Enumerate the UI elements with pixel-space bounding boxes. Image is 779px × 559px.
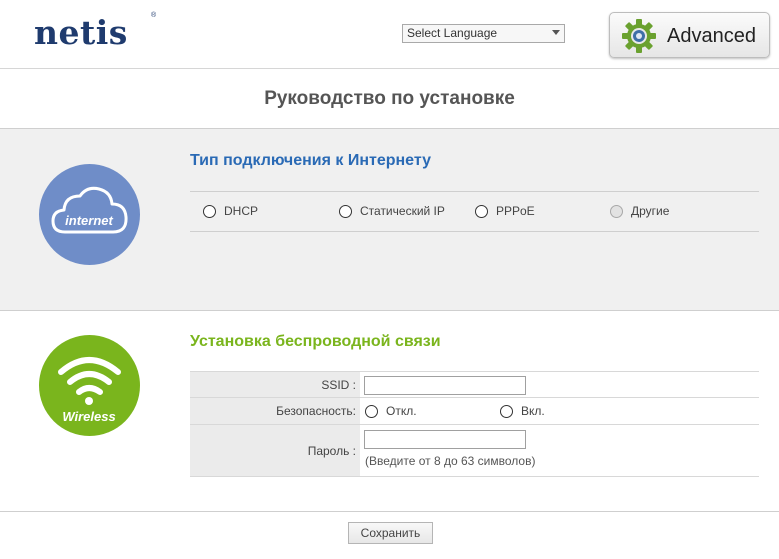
ssid-input[interactable]: [364, 376, 526, 395]
save-button[interactable]: Сохранить: [348, 522, 433, 544]
radio-label: PPPoE: [496, 204, 535, 218]
advanced-button[interactable]: Advanced: [609, 12, 770, 58]
radio-button: [610, 204, 623, 218]
password-row: Пароль : (Введите от 8 до 63 символов): [190, 425, 759, 477]
cloud-icon: internet: [51, 186, 128, 234]
radio-label: Статический IP: [360, 204, 445, 218]
wireless-icon-label: Wireless: [62, 409, 115, 424]
radio-static-ip[interactable]: Статический IP: [339, 204, 445, 218]
netis-logo: netis: [34, 13, 128, 52]
internet-icon-label: internet: [65, 213, 113, 228]
radio-security-on[interactable]: Вкл.: [500, 404, 545, 418]
radio-dhcp[interactable]: DHCP: [203, 204, 258, 218]
password-hint: (Введите от 8 до 63 символов): [365, 454, 536, 468]
wireless-icon: Wireless: [39, 335, 140, 436]
page-title: Руководство по установке: [264, 88, 515, 109]
registered-mark: ®: [151, 12, 157, 19]
radio-other: Другие: [610, 204, 669, 218]
radio-label: Откл.: [386, 404, 417, 418]
radio-label: DHCP: [224, 204, 259, 218]
radio-button[interactable]: [365, 404, 378, 418]
chevron-down-icon: [552, 30, 560, 35]
wireless-section-title: Установка беспроводной связи: [190, 333, 441, 350]
gear-icon: [622, 19, 656, 53]
radio-button[interactable]: [475, 204, 488, 218]
security-label: Безопасность:: [190, 398, 360, 424]
security-row: Безопасность: Откл. Вкл.: [190, 398, 759, 425]
radio-button[interactable]: [339, 204, 352, 218]
internet-icon: internet: [39, 164, 140, 265]
wireless-section: Wireless Установка беспроводной связи SS…: [0, 311, 779, 512]
language-select[interactable]: Select Language: [402, 24, 565, 43]
title-bar: Руководство по установке: [0, 69, 779, 129]
radio-label: Другие: [631, 204, 670, 218]
radio-button[interactable]: [500, 404, 513, 418]
wireless-form: SSID : Безопасность: Откл. Вкл. Пароль :…: [190, 371, 759, 477]
advanced-button-label: Advanced: [667, 25, 756, 47]
radio-pppoe[interactable]: PPPoE: [475, 204, 535, 218]
divider: [190, 231, 759, 232]
password-input[interactable]: [364, 430, 526, 449]
internet-section: internet Тип подключения к Интернету DHC…: [0, 129, 779, 311]
radio-security-off[interactable]: Откл.: [365, 404, 417, 418]
wifi-icon: Wireless: [58, 357, 121, 424]
ssid-label: SSID :: [190, 372, 360, 397]
connection-type-options: DHCP Статический IP PPPoE Другие: [190, 191, 759, 231]
internet-section-title: Тип подключения к Интернету: [190, 152, 431, 169]
language-select-value: Select Language: [407, 26, 498, 40]
radio-button[interactable]: [203, 204, 216, 218]
header: netis ® Select Language Advanced: [0, 0, 779, 69]
radio-label: Вкл.: [521, 404, 545, 418]
password-label: Пароль :: [190, 425, 360, 476]
ssid-row: SSID :: [190, 371, 759, 398]
